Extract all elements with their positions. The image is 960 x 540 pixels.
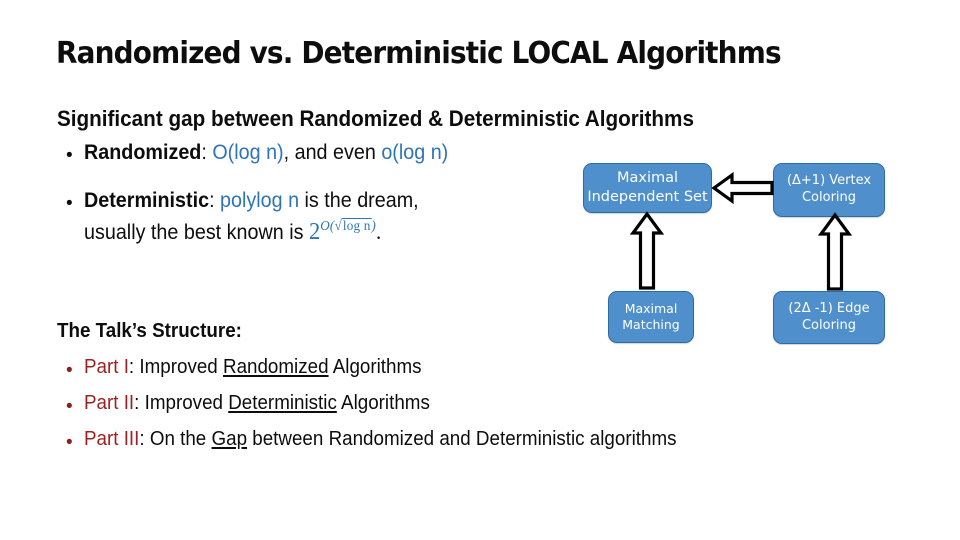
box-edge-text: (2Δ -1) Edge Coloring [774, 301, 884, 334]
radical-sign: √ [334, 219, 342, 234]
part-3-pre: On the [149, 428, 212, 450]
part-2-keyword: Deterministic [228, 392, 337, 414]
formula-radical-group: √log n [334, 217, 372, 235]
deterministic-line2-prefix: usually the best known is [84, 221, 309, 244]
diagram-box-maximal-matching[interactable]: Maximal Matching [608, 291, 694, 343]
box-vertex-text: (Δ+1) Vertex Coloring [774, 173, 884, 206]
list-item-part-2: Part II: Improved Deterministic Algorith… [84, 392, 430, 415]
box-edge-line-1: (2Δ -1) Edge [788, 300, 870, 316]
part-2-post: Algorithms [336, 392, 430, 414]
deterministic-term: polylog n [220, 189, 300, 212]
part-2-colon: : [134, 392, 145, 414]
list-item-part-1: Part I: Improved Randomized Algorithms [84, 356, 422, 379]
part-1-colon: : [128, 356, 140, 378]
box-matching-text: Maximal Matching [609, 301, 693, 333]
list-item-part-3: Part III: On the Gap between Randomized … [84, 428, 677, 451]
part-3-colon: : [139, 428, 150, 450]
arrow-left-icon [711, 171, 774, 205]
formula-base: 2 [308, 219, 321, 245]
randomized-term-1: O(log n) [212, 141, 284, 164]
slide-canvas: Randomized vs. Deterministic LOCAL Algor… [0, 0, 960, 540]
formula-radicand: log n [341, 218, 372, 234]
box-vertex-line-1: (Δ+1) Vertex [786, 173, 872, 189]
diagram-box-maximal-independent-set[interactable]: Maximal Independent Set [583, 163, 712, 213]
part-1-pre: Improved [139, 356, 223, 378]
part-2-label: Part II [84, 392, 135, 414]
deterministic-rest: is the dream, [299, 189, 419, 212]
problem-reduction-diagram: Maximal Independent Set (Δ+1) Vertex Col… [560, 150, 960, 360]
box-matching-line-1: Maximal [624, 301, 678, 316]
formula-period: . [376, 219, 382, 244]
formula-exponent: O(√log n) [320, 217, 377, 235]
part-2-pre: Improved [144, 392, 229, 414]
box-vertex-line-2: Coloring [801, 190, 857, 205]
arrow-up-icon-matching [629, 211, 665, 290]
bullet-icon-part-3: • [66, 432, 73, 453]
part-1-keyword: Randomized [222, 356, 329, 378]
bullet-icon-deterministic: • [66, 193, 73, 214]
arrow-up-icon-coloring [817, 212, 853, 291]
complexity-formula: 2O(√log n) [308, 217, 377, 246]
part-3-post: between Randomized and Deterministic alg… [247, 428, 677, 450]
box-matching-line-2: Matching [622, 317, 680, 332]
formula-sup-close: ) [371, 219, 377, 234]
part-3-keyword: Gap [211, 428, 248, 450]
bullet-icon-part-2: • [66, 396, 73, 417]
structure-heading: The Talk’s Structure: [57, 320, 242, 342]
randomized-label: Randomized [84, 141, 202, 164]
deterministic-colon: : [209, 189, 221, 212]
part-1-post: Algorithms [328, 356, 422, 378]
part-3-label: Part III [84, 428, 140, 450]
body-heading: Significant gap between Randomized & Det… [57, 106, 694, 131]
bullet-icon-randomized: • [66, 145, 73, 166]
box-mis-text: Maximal Independent Set [584, 169, 711, 206]
part-1-label: Part I [84, 356, 129, 378]
randomized-middle: , and even [283, 141, 382, 164]
diagram-box-edge-coloring[interactable]: (2Δ -1) Edge Coloring [773, 291, 885, 344]
formula-sup-open: O( [320, 219, 335, 234]
diagram-box-vertex-coloring[interactable]: (Δ+1) Vertex Coloring [773, 163, 885, 217]
box-mis-line-1: Maximal [616, 170, 679, 187]
randomized-colon: : [201, 141, 213, 164]
box-edge-line-2: Coloring [801, 317, 857, 333]
bullet-deterministic-line-1: Deterministic: polylog n is the dream, [84, 189, 419, 213]
bullet-icon-part-1: • [66, 360, 73, 381]
randomized-term-2: o(log n) [381, 141, 449, 164]
bullet-randomized: Randomized: O(log n), and even o(log n) [84, 141, 448, 165]
bullet-deterministic-line-2: usually the best known is 2O(√log n). [84, 217, 382, 246]
box-mis-line-2: Independent Set [587, 189, 708, 205]
deterministic-label: Deterministic [84, 189, 210, 212]
